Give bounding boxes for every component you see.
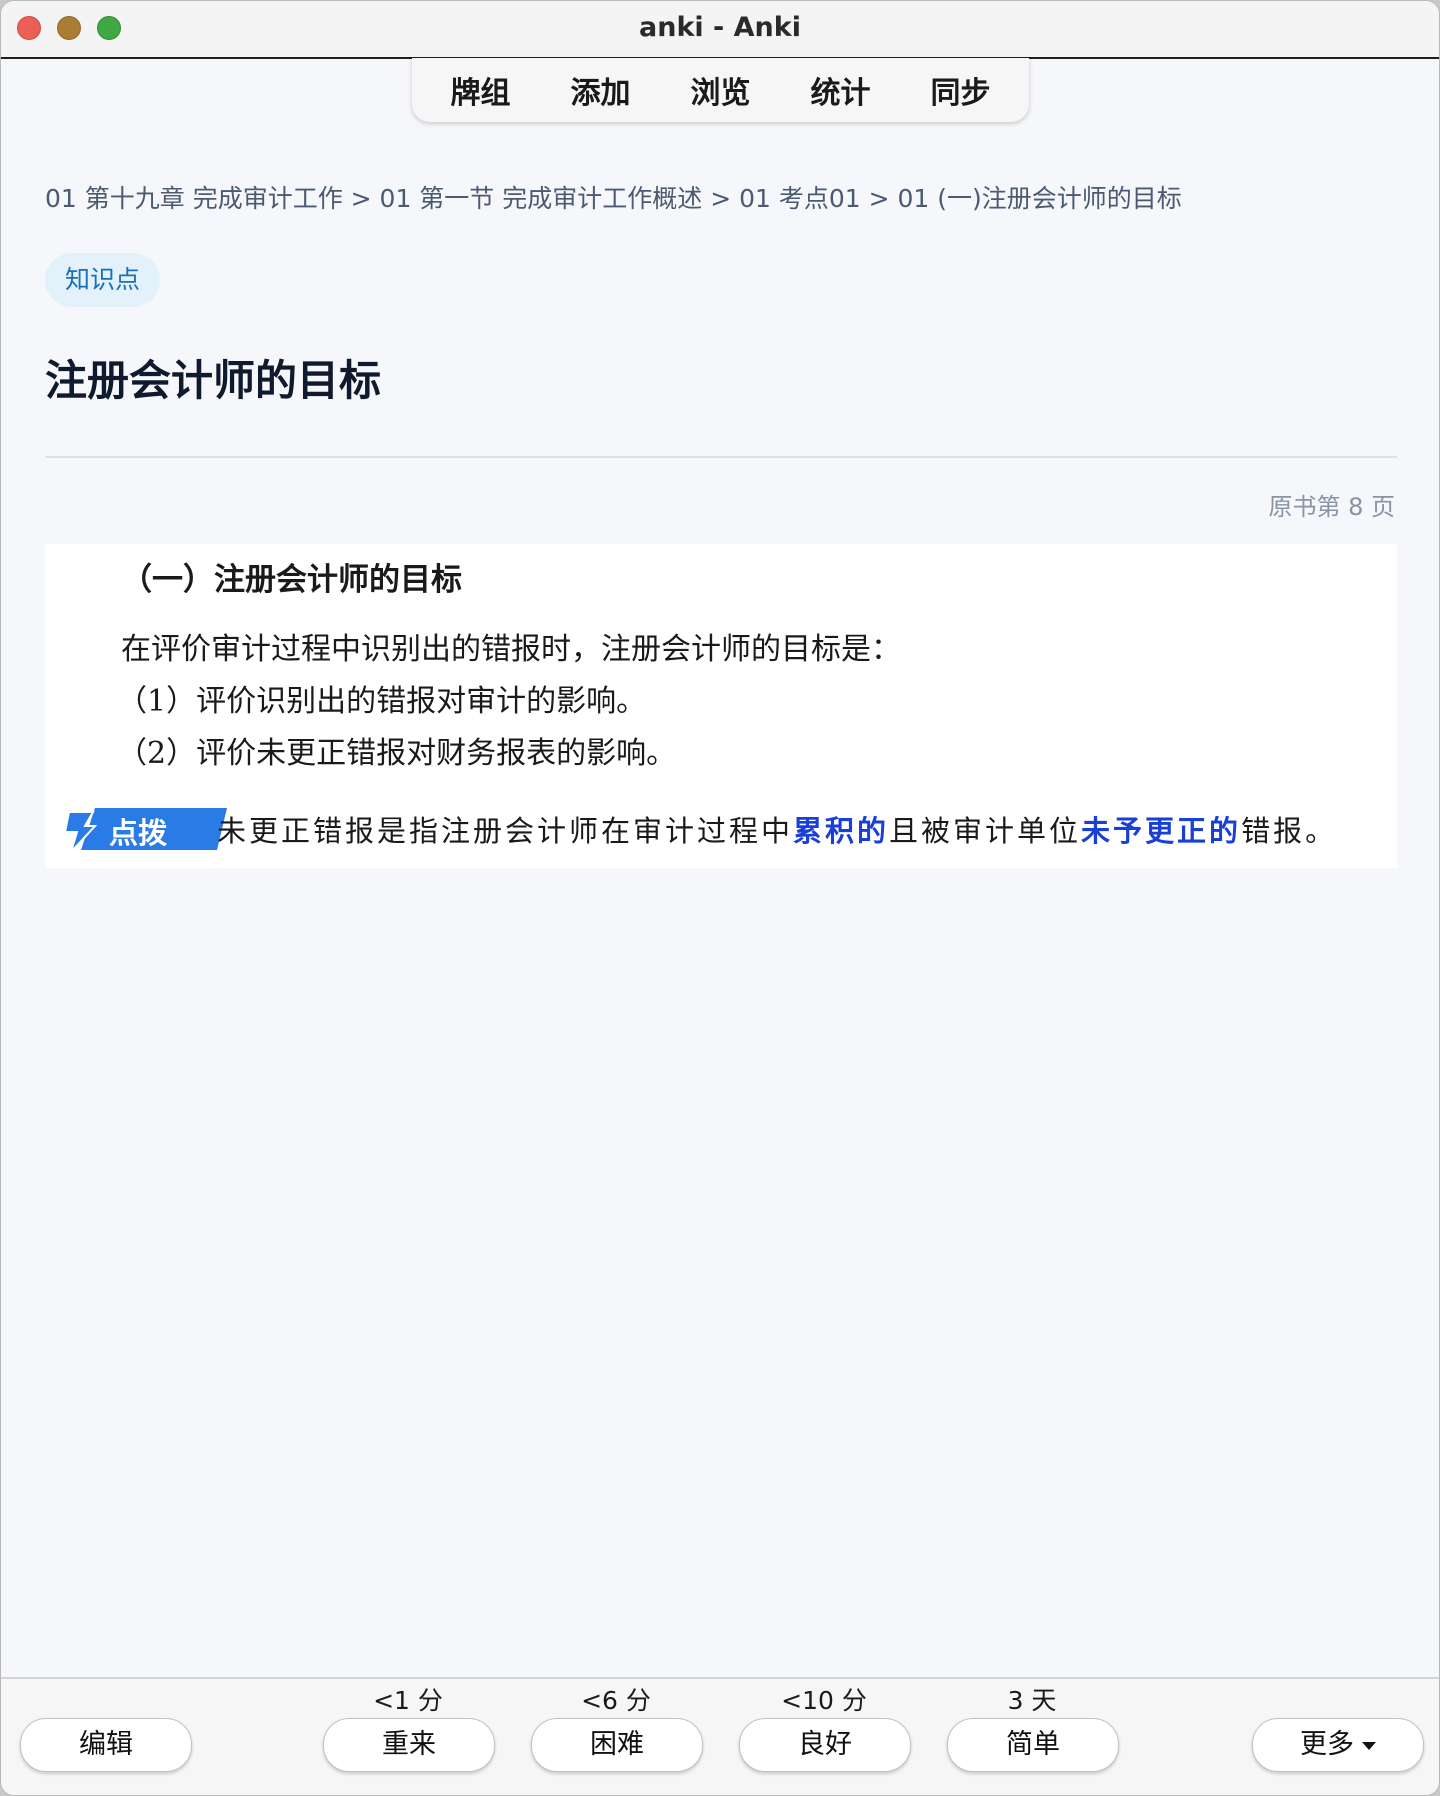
anki-window: anki - Anki 牌组 添加 浏览 统计 同步 01 第十九章 完成审计工… [0,0,1440,1796]
toolbar-browse[interactable]: 浏览 [691,68,751,112]
tip-text-part: 错报。 [1241,814,1338,848]
toolbar-sync[interactable]: 同步 [931,68,991,112]
edit-button[interactable]: 编辑 [20,1718,192,1772]
caret-down-icon [1362,1741,1376,1750]
main-toolbar: 牌组 添加 浏览 统计 同步 [412,58,1029,122]
again-button[interactable]: 重来 [323,1718,495,1772]
breadcrumb: 01 第十九章 完成审计工作 > 01 第一节 完成审计工作概述 > 01 考点… [45,184,1182,213]
page-reference: 原书第 8 页 [1268,493,1395,521]
easy-interval: 3 天 [1007,1686,1057,1715]
tip-text-part: 未更正错报是指注册会计师在审计过程中 [217,814,794,848]
tip-badge: 点拨 [59,806,227,852]
easy-button[interactable]: 简单 [947,1718,1119,1772]
hard-button[interactable]: 困难 [531,1718,703,1772]
book-excerpt-image: （一）注册会计师的目标 在评价审计过程中识别出的错报时，注册会计师的目标是： （… [45,544,1397,868]
tag-badge: 知识点 [45,253,161,307]
card-title: 注册会计师的目标 [45,356,382,405]
toolbar-add[interactable]: 添加 [571,68,631,112]
tip-highlight: 未予更正的 [1081,814,1242,848]
tip-text-part: 且被审计单位 [889,814,1082,848]
tip-text: 未更正错报是指注册会计师在审计过程中累积的且被审计单位未予更正的错报。 [217,808,1337,850]
excerpt-line: （2）评价未更正错报对财务报表的影响。 [117,736,677,771]
excerpt-line: （1）评价识别出的错报对审计的影响。 [117,684,647,719]
good-interval: <10 分 [781,1686,867,1715]
toolbar-stats[interactable]: 统计 [811,68,871,112]
divider [45,456,1397,458]
good-button[interactable]: 良好 [739,1718,911,1772]
again-interval: <1 分 [373,1686,443,1715]
more-label: 更多 [1300,1729,1354,1760]
window-title: anki - Anki [639,12,801,43]
excerpt-line: 在评价审计过程中识别出的错报时，注册会计师的目标是： [121,632,901,667]
answer-bar [1,1677,1439,1795]
excerpt-heading: （一）注册会计师的目标 [121,562,462,598]
hard-interval: <6 分 [581,1686,651,1715]
tip-highlight: 累积的 [793,814,890,848]
title-bar: anki - Anki [1,1,1439,59]
tip-label: 点拨 [109,816,168,850]
more-button[interactable]: 更多 [1252,1718,1424,1772]
toolbar-decks[interactable]: 牌组 [451,68,511,112]
